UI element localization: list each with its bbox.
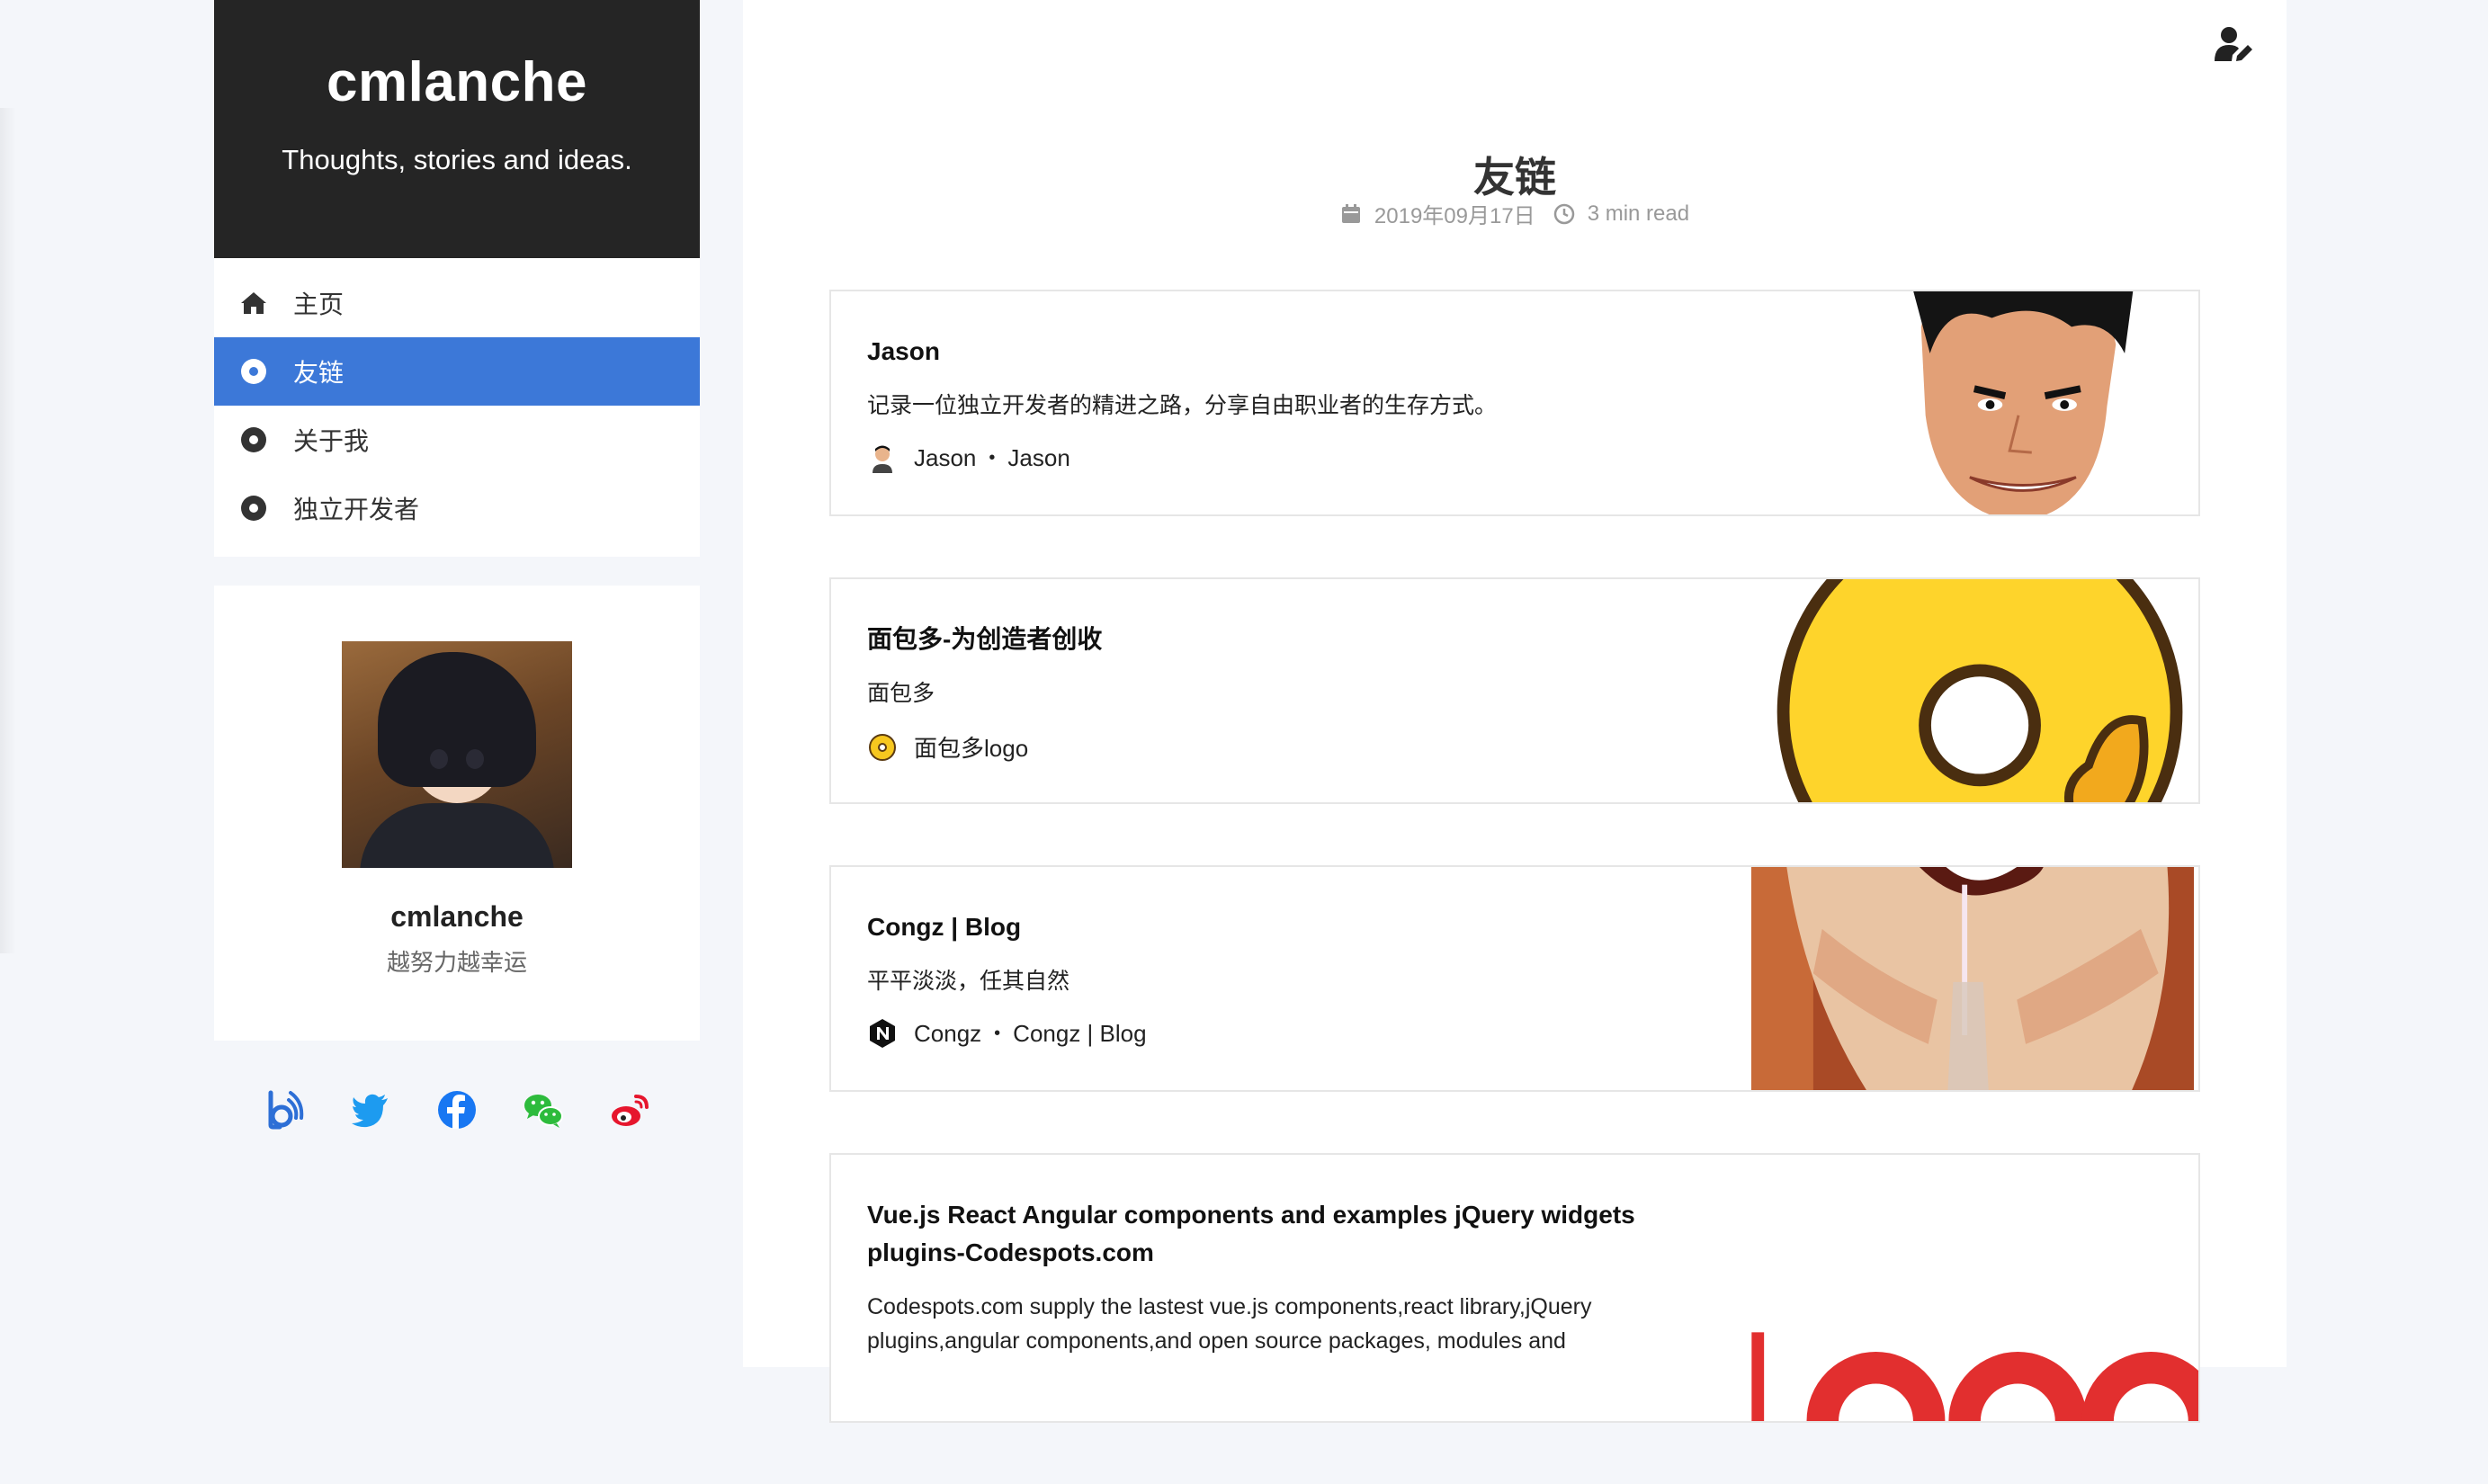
clock-icon [1553,203,1574,224]
mianbaoduo-thumbnail [1769,579,2196,802]
card-author: 面包多logo [914,735,1029,762]
card-title[interactable]: Congz | Blog [867,908,1677,946]
twitter-icon[interactable] [350,1089,391,1131]
dot-circle-icon [239,425,268,454]
sidebar: cmlanche Thoughts, stories and ideas. 主页… [214,0,700,1131]
card-title[interactable]: 面包多-为创造者创收 [867,621,1677,658]
bilibili-icon[interactable] [264,1089,305,1131]
card-site: Jason [1007,443,1070,471]
congz-n-logo-icon [870,1019,895,1048]
avatar [342,641,572,868]
main-nav: 主页 友链 关于我 独立开发者 [214,258,700,557]
wechat-icon[interactable] [523,1089,564,1131]
nav-item-indie-dev[interactable]: 独立开发者 [214,474,700,542]
user-edit-icon[interactable] [2215,25,2254,65]
nav-item-label: 关于我 [293,427,370,455]
card-site: Congz | Blog [1013,1019,1147,1047]
nav-item-about[interactable]: 关于我 [214,406,700,474]
card-title[interactable]: Jason [867,333,1677,371]
nav-item-home[interactable]: 主页 [214,269,700,337]
nav-item-links[interactable]: 友链 [214,337,700,406]
link-cards: Jason 记录一位独立开发者的精进之路，分享自由职业者的生存方式。 Jason… [829,290,2200,1484]
site-subtitle: Thoughts, stories and ideas. [282,144,632,175]
site-title[interactable]: cmlanche [214,50,700,115]
weibo-icon[interactable] [609,1089,650,1131]
nav-item-label: 独立开发者 [293,496,420,523]
read-time: 3 min read [1587,201,1690,226]
card-meta: Congz • Congz | Blog [867,1018,1677,1049]
facebook-icon[interactable] [436,1089,478,1131]
dot-circle-icon [239,494,268,523]
card-title[interactable]: Vue.js React Angular components and exam… [867,1196,1677,1272]
jason-favicon-icon [867,443,898,473]
codespots-thumbnail [1751,1155,2198,1421]
mianbaoduo-logo-icon [869,733,896,761]
card-description: 记录一位独立开发者的精进之路，分享自由职业者的生存方式。 [867,393,1498,418]
card-description: 平平淡淡，任其自然 [867,969,1070,994]
nav-item-label: 主页 [293,291,345,318]
social-links [214,1089,700,1131]
congz-thumbnail [1750,867,2195,1090]
card-author: Jason [914,443,977,471]
link-card-mianbaoduo[interactable]: 面包多-为创造者创收 面包多 面包多logo [829,577,2200,804]
profile-name: cmlanche [390,900,524,933]
card-meta: 面包多logo [867,730,1677,764]
card-author: Congz [914,1019,982,1047]
post-meta: 2019年09月17日 3 min read [743,198,2287,229]
card-description: Codespots.com supply the lastest vue.js … [867,1294,1592,1354]
page-title: 友链 [1473,153,1556,201]
dot-circle-icon [239,357,268,386]
link-card-congz[interactable]: Congz | Blog 平平淡淡，任其自然 Congz • Congz | B… [829,865,2200,1092]
site-brand[interactable]: cmlanche Thoughts, stories and ideas. [214,0,700,258]
home-icon [239,289,268,317]
jason-thumbnail [1841,291,2196,514]
page-edge-shadow [0,108,16,953]
link-card-codespots[interactable]: Vue.js React Angular components and exam… [829,1153,2200,1423]
card-description: 面包多 [867,681,935,706]
nav-item-label: 友链 [293,359,345,387]
main-content: 友链 2019年09月17日 3 min read Jason 记录一位独立开发… [743,0,2287,1423]
link-card-jason[interactable]: Jason 记录一位独立开发者的精进之路，分享自由职业者的生存方式。 Jason… [829,290,2200,516]
profile-card: cmlanche 越努力越幸运 [214,586,700,1041]
post-date: 2019年09月17日 [1374,204,1535,228]
calendar-icon [1341,203,1360,223]
profile-motto: 越努力越幸运 [386,949,527,976]
card-meta: Jason • Jason [867,443,1677,473]
